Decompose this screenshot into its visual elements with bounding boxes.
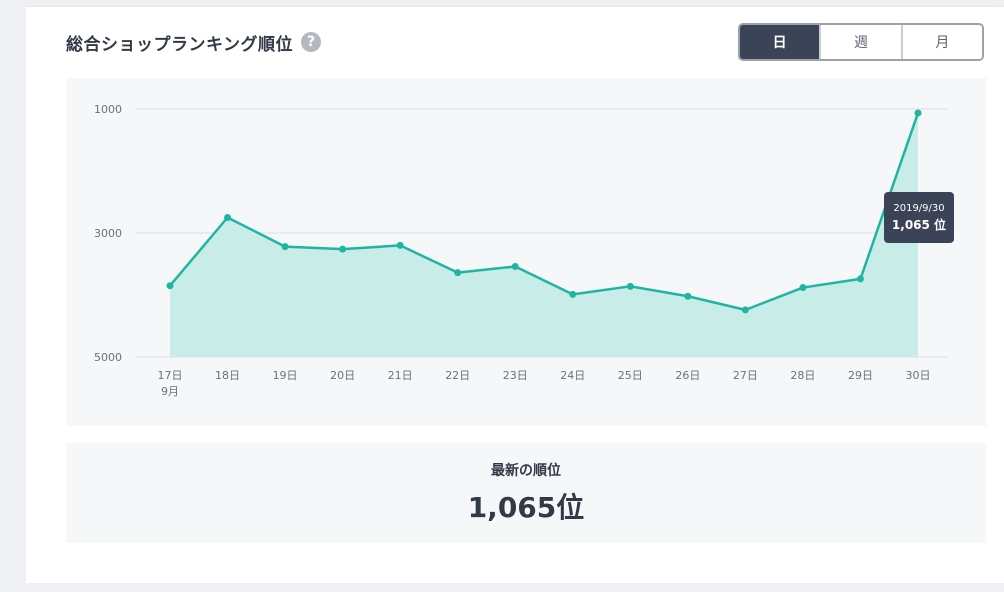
data-point: [511, 262, 519, 270]
data-point: [166, 282, 174, 290]
x-tick-label: 30日: [906, 369, 931, 382]
x-tick-label: 24日: [560, 369, 585, 382]
x-tick-label: 19日: [273, 369, 298, 382]
x-tick-label: 20日: [330, 369, 355, 382]
chart-tooltip: 2019/9/30 1,065 位: [884, 192, 954, 243]
x-tick-sublabel: 9月: [161, 385, 179, 398]
tooltip-value: 1,065 位: [891, 217, 947, 232]
x-tick-label: 25日: [618, 369, 643, 382]
y-tick-label: 5000: [94, 351, 122, 364]
data-point: [856, 275, 864, 283]
period-button-week[interactable]: 週: [819, 25, 901, 59]
x-tick-label: 21日: [388, 369, 413, 382]
data-point: [224, 214, 232, 221]
help-icon[interactable]: ?: [301, 32, 321, 52]
x-tick-label: 23日: [503, 369, 528, 382]
data-point: [626, 282, 634, 290]
data-point: [741, 306, 749, 314]
area-fill: [170, 113, 918, 357]
x-tick-label: 29日: [848, 369, 873, 382]
chart-area: 1000 3000 5000 17日 9月 18日 19日 20日 21日 22日 23日 24日 25…: [66, 78, 986, 426]
title-row: 総合ショップランキング順位 ?: [66, 27, 321, 57]
period-toggle: 日 週 月: [738, 23, 984, 61]
period-button-month[interactable]: 月: [900, 25, 982, 59]
tooltip-date: 2019/9/30: [893, 202, 945, 214]
x-tick-label: 28日: [790, 369, 815, 382]
latest-rank-box: 最新の順位 1,065位: [66, 443, 986, 543]
latest-rank-label: 最新の順位: [491, 463, 561, 479]
x-tick-label: 27日: [733, 369, 758, 382]
data-point: [914, 109, 922, 117]
data-point: [396, 241, 404, 249]
data-point: [454, 269, 462, 277]
x-tick-label: 26日: [675, 369, 700, 382]
latest-rank-value: 1,065位: [467, 491, 585, 524]
y-tick-label: 3000: [94, 227, 122, 240]
data-point: [569, 290, 577, 298]
data-point: [281, 243, 289, 251]
y-tick-label: 1000: [94, 103, 122, 116]
x-tick-label: 18日: [215, 369, 240, 382]
period-button-day[interactable]: 日: [740, 25, 820, 59]
x-tick-label: 17日: [158, 369, 183, 382]
data-point: [799, 284, 807, 292]
data-point: [684, 292, 692, 300]
x-tick-label: 22日: [445, 369, 470, 382]
ranking-chart: 1000 3000 5000 17日 9月 18日 19日 20日 21日 22日 23日 24日 25…: [94, 103, 948, 398]
page-title: 総合ショップランキング順位: [66, 34, 293, 55]
data-point: [339, 245, 347, 253]
